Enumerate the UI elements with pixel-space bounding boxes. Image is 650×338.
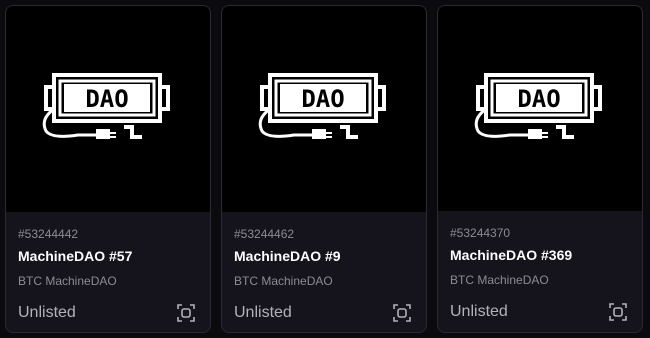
nft-image[interactable]: DAO [222,6,426,212]
battery-dao-artwork: DAO [474,72,602,139]
collection-name[interactable]: BTC MachineDAO [234,273,414,289]
scan-icon [393,304,411,322]
card-footer: Unlisted [18,301,198,325]
inscription-number: #53244442 [18,227,79,241]
scan-icon [177,304,195,322]
card-footer: Unlisted [450,300,630,324]
nft-name[interactable]: MachineDAO #57 [18,247,198,265]
artwork-label: DAO [301,85,344,113]
collection-name[interactable]: BTC MachineDAO [18,273,198,289]
nft-card[interactable]: DAO #53244442 MachineDAO #57 BTC Machine… [5,5,211,333]
artwork-label: DAO [85,85,128,113]
nft-name[interactable]: MachineDAO #369 [450,246,630,264]
nft-image[interactable]: DAO [438,6,642,211]
nft-info: #53244442 MachineDAO #57 BTC MachineDAO … [6,212,210,325]
inscription-number: #53244370 [450,226,511,240]
scan-icon [609,303,627,321]
artwork-label: DAO [517,85,560,113]
nft-image[interactable]: DAO [6,6,210,212]
scan-button[interactable] [390,301,414,325]
card-footer: Unlisted [234,301,414,325]
battery-dao-artwork: DAO [42,73,170,139]
listing-status: Unlisted [234,304,292,321]
nft-card[interactable]: DAO #53244370 MachineDAO #369 BTC Machin… [437,5,643,333]
battery-dao-artwork: DAO [258,73,386,139]
nft-card[interactable]: DAO #53244462 MachineDAO #9 BTC MachineD… [221,5,427,333]
collection-name[interactable]: BTC MachineDAO [450,272,630,288]
scan-button[interactable] [174,301,198,325]
nft-info: #53244462 MachineDAO #9 BTC MachineDAO U… [222,212,426,325]
inscription-number: #53244462 [234,227,295,241]
scan-button[interactable] [606,300,630,324]
nft-info: #53244370 MachineDAO #369 BTC MachineDAO… [438,211,642,324]
listing-status: Unlisted [18,304,76,321]
listing-status: Unlisted [450,303,508,320]
nft-grid: DAO #53244442 MachineDAO #57 BTC Machine… [0,0,650,338]
nft-name[interactable]: MachineDAO #9 [234,247,414,265]
